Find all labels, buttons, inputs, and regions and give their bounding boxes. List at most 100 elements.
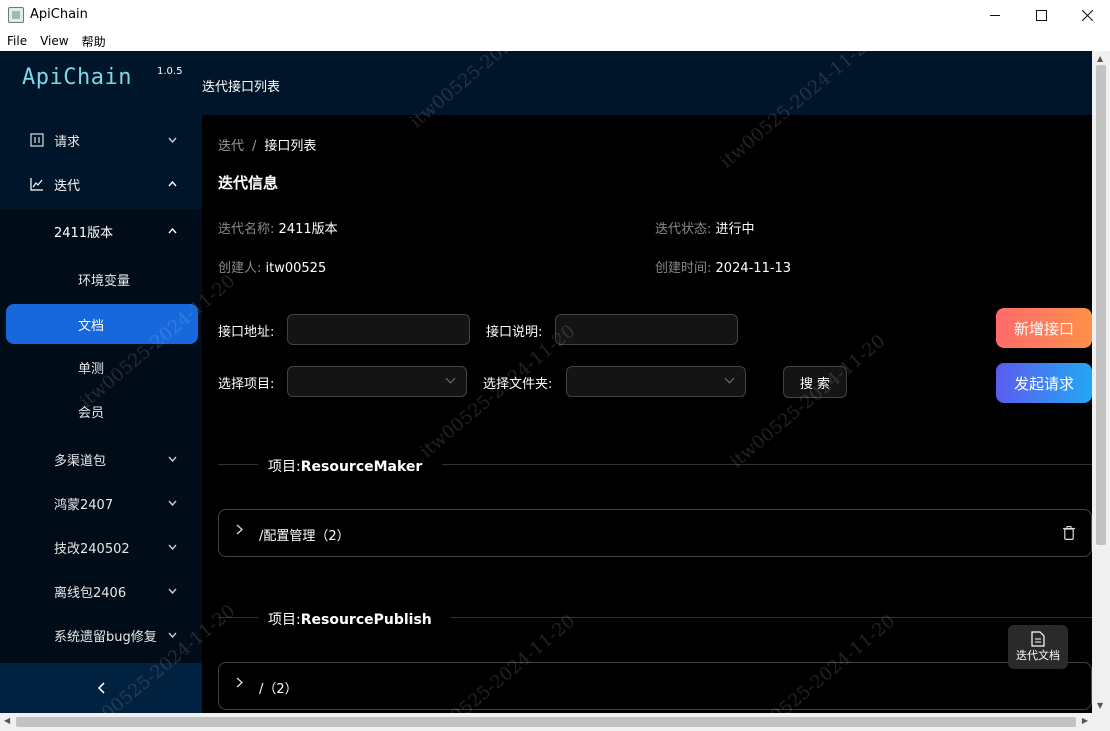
sidebar-item-label: 文档: [78, 318, 105, 334]
project-heading: 项目:ResourceMaker: [268, 456, 422, 476]
app-icon: [8, 7, 24, 23]
sidebar-collapse-button[interactable]: [0, 663, 202, 713]
info-value: 2024-11-13: [715, 261, 792, 276]
horizontal-scroll-thumb[interactable]: [16, 717, 1076, 727]
chevron-right-icon: [236, 524, 243, 538]
close-icon: [1081, 9, 1093, 21]
sidebar-item-iteration[interactable]: 迭代: [0, 162, 202, 206]
document-icon: [1031, 631, 1045, 647]
chevron-down-icon: [724, 373, 735, 384]
sidebar-item-env-vars[interactable]: 环境变量: [0, 257, 202, 301]
sidebar-item-tech-revamp[interactable]: 技改240502: [0, 525, 202, 569]
project-prefix: 项目:: [268, 459, 301, 475]
header-title: 迭代接口列表: [202, 80, 281, 95]
sidebar-item-label: 2411版本: [54, 225, 114, 241]
sidebar-item-docs[interactable]: 文档: [6, 304, 198, 344]
chevron-right-icon: [236, 677, 243, 691]
divider: [218, 464, 258, 465]
vertical-scroll-thumb[interactable]: [1096, 65, 1106, 545]
sidebar: ApiChain 1.0.5 请求 迭代 2411版本 环境变量 文档 单测 会…: [0, 51, 202, 713]
request-icon: [30, 133, 44, 147]
chevron-down-icon: [168, 498, 177, 509]
sidebar-item-label: 请求: [54, 134, 81, 150]
sidebar-item-2411[interactable]: 2411版本: [0, 209, 202, 253]
scroll-left-icon[interactable]: ◀: [4, 716, 10, 725]
sidebar-item-multichannel[interactable]: 多渠道包: [0, 437, 202, 481]
sidebar-item-label: 鸿蒙2407: [54, 497, 114, 513]
app-version: 1.0.5: [157, 66, 183, 77]
api-address-input[interactable]: [287, 314, 470, 345]
scrollbar-corner: [1092, 713, 1110, 731]
api-description-input[interactable]: [555, 314, 738, 345]
divider: [218, 617, 258, 618]
scroll-right-icon[interactable]: ▶: [1082, 716, 1088, 725]
info-created-time: 创建时间: 2024-11-13: [655, 257, 791, 276]
page-header: 迭代接口列表: [202, 51, 1092, 115]
iteration-icon: [30, 178, 43, 191]
sidebar-item-request[interactable]: 请求: [0, 118, 202, 162]
maximize-icon: [1035, 9, 1047, 21]
project-heading: 项目:ResourcePublish: [268, 609, 432, 629]
search-button[interactable]: 搜 索: [783, 366, 847, 398]
chevron-down-icon: [168, 542, 177, 553]
breadcrumb-current: 接口列表: [264, 139, 317, 154]
maximize-button[interactable]: [1018, 0, 1064, 30]
window-titlebar: ApiChain: [0, 0, 1110, 30]
main-content: 迭代 / 接口列表 迭代信息 迭代名称: 2411版本 迭代状态: 进行中 创建人:…: [202, 115, 1092, 713]
info-value: 进行中: [715, 222, 755, 237]
sidebar-item-legacy-bugfix[interactable]: 系统遗留bug修复: [0, 613, 202, 657]
project-select-label: 选择项目:: [218, 377, 275, 392]
trash-icon[interactable]: [1063, 526, 1075, 540]
sidebar-item-offline-pkg[interactable]: 离线包2406: [0, 569, 202, 613]
sidebar-item-label: 单测: [78, 361, 105, 377]
chevron-up-icon: [168, 226, 177, 237]
sidebar-item-label: 迭代: [54, 178, 81, 194]
horizontal-scrollbar[interactable]: ◀ ▶: [0, 713, 1092, 731]
section-title: 迭代信息: [218, 174, 279, 192]
menu-view[interactable]: View: [40, 34, 68, 48]
chevron-down-icon: [168, 135, 177, 146]
info-key: 创建人:: [218, 261, 262, 276]
menu-file[interactable]: File: [7, 34, 27, 48]
sidebar-item-label: 技改240502: [54, 541, 130, 557]
sidebar-item-unit-test[interactable]: 单测: [0, 345, 202, 389]
chevron-down-icon: [168, 586, 177, 597]
sidebar-item-label: 会员: [78, 405, 105, 421]
info-key: 迭代状态:: [655, 222, 712, 237]
new-api-button[interactable]: 新增接口: [996, 308, 1092, 348]
folder-select[interactable]: [566, 366, 746, 397]
float-button-label: 迭代文档: [1016, 649, 1060, 662]
chevron-left-icon: [97, 682, 105, 694]
menubar: File View 帮助: [0, 31, 1110, 51]
divider: [450, 617, 1092, 618]
menu-help[interactable]: 帮助: [82, 33, 106, 50]
send-request-button[interactable]: 发起请求: [996, 363, 1092, 403]
sidebar-item-label: 环境变量: [78, 273, 131, 289]
folder-title: /（2）: [259, 682, 298, 697]
iteration-doc-float-button[interactable]: 迭代文档: [1008, 625, 1068, 669]
chevron-up-icon: [168, 179, 177, 190]
breadcrumb-iteration[interactable]: 迭代: [218, 139, 244, 154]
sidebar-item-harmony[interactable]: 鸿蒙2407: [0, 481, 202, 525]
info-key: 迭代名称:: [218, 222, 275, 237]
project-select[interactable]: [287, 366, 467, 397]
info-iteration-status: 迭代状态: 进行中: [655, 218, 755, 237]
scroll-up-icon[interactable]: ▲: [1097, 54, 1103, 63]
close-button[interactable]: [1064, 0, 1110, 30]
scroll-down-icon[interactable]: ▼: [1097, 701, 1103, 710]
folder-collapse-panel[interactable]: /配置管理（2）: [218, 509, 1092, 557]
api-address-label: 接口地址:: [218, 325, 275, 340]
sidebar-item-member[interactable]: 会员: [0, 389, 202, 433]
window-title: ApiChain: [30, 7, 88, 22]
folder-collapse-panel[interactable]: /（2）: [218, 662, 1092, 710]
minimize-button[interactable]: [972, 0, 1018, 30]
info-creator: 创建人: itw00525: [218, 257, 326, 276]
chevron-down-icon: [168, 454, 177, 465]
sidebar-item-label: 离线包2406: [54, 585, 127, 601]
sidebar-item-label: 多渠道包: [54, 453, 107, 469]
api-description-label: 接口说明:: [486, 325, 543, 340]
vertical-scrollbar[interactable]: ▲ ▼: [1092, 51, 1110, 713]
info-value: 2411版本: [278, 222, 338, 237]
minimize-icon: [989, 14, 1000, 16]
project-name: ResourcePublish: [300, 612, 432, 628]
